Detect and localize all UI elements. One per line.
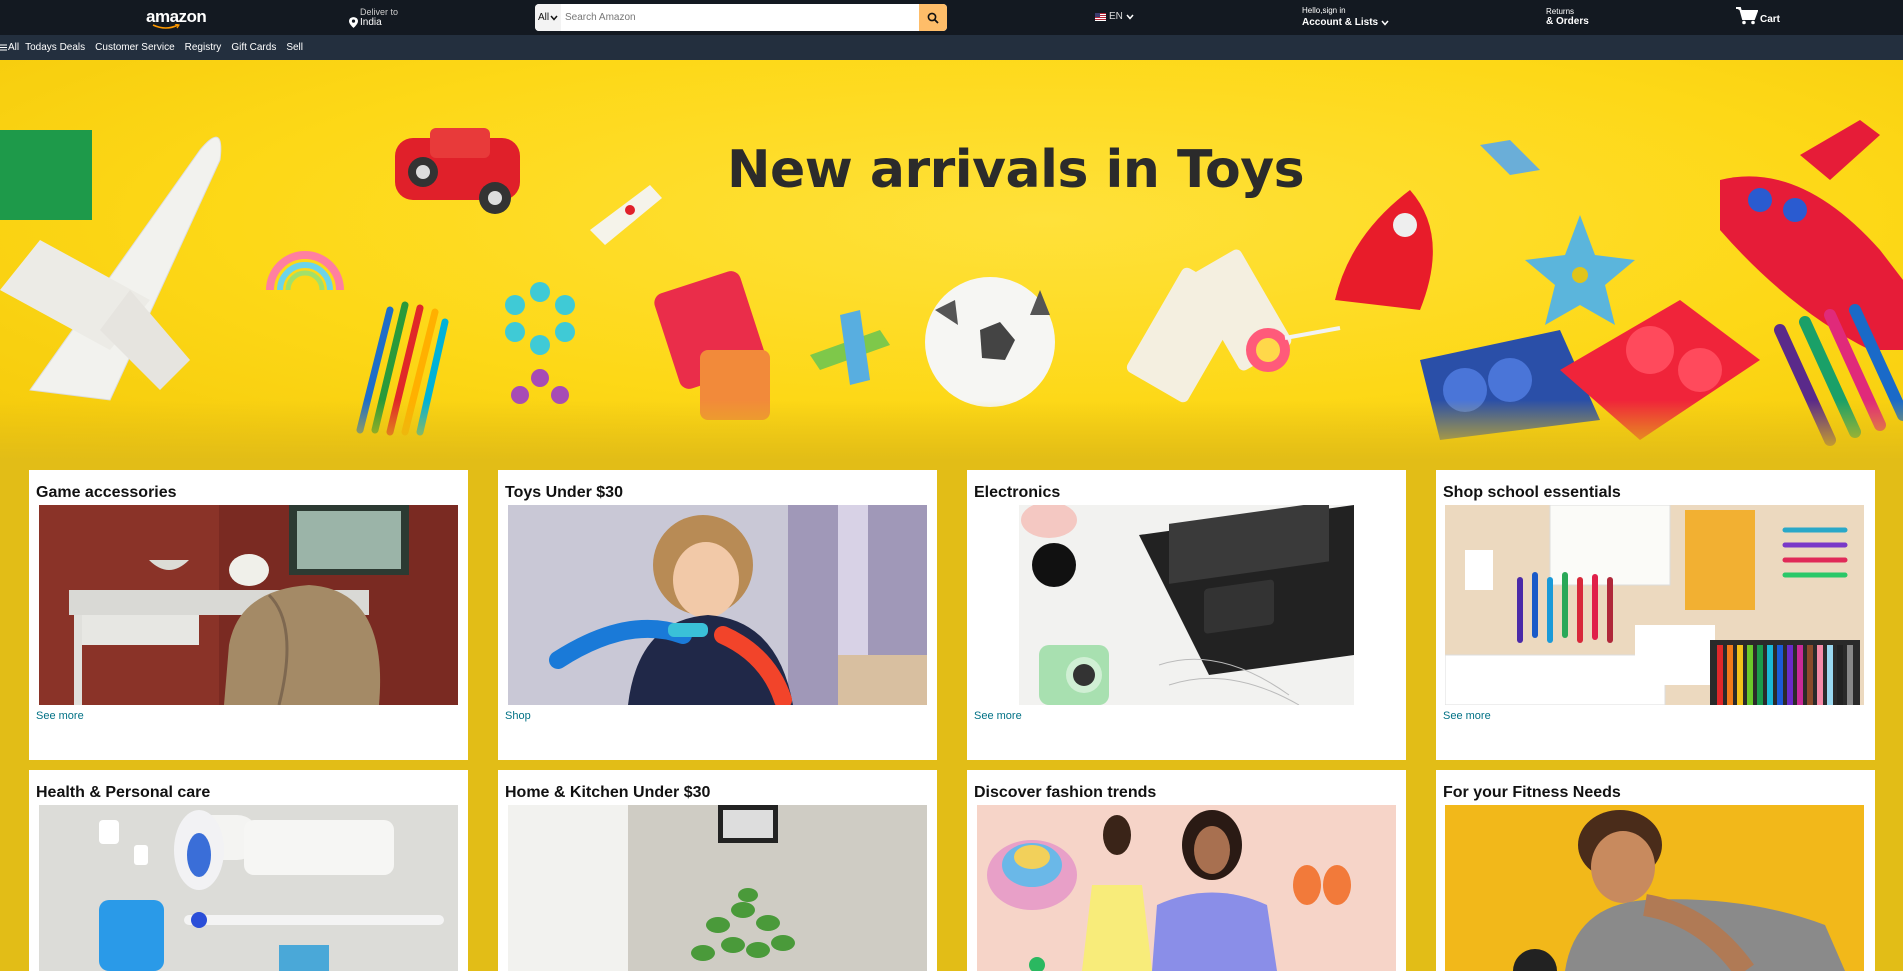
cart-label: Cart — [1760, 14, 1781, 25]
personal-care-illustration — [39, 805, 458, 971]
card-health-personal-care[interactable]: Health & Personal care — [29, 770, 468, 971]
card-title: Toys Under $30 — [505, 484, 623, 501]
card-title: Shop school essentials — [1443, 484, 1621, 501]
home-kitchen-illustration — [508, 805, 927, 971]
home-kitchen-image[interactable] — [508, 805, 927, 971]
fitness-image[interactable] — [1445, 805, 1864, 971]
sub-nav: All Todays Deals Customer Service Regist… — [0, 35, 1903, 60]
nav-link-customer-service[interactable]: Customer Service — [95, 42, 174, 53]
see-more-link[interactable]: See more — [1443, 710, 1491, 722]
account-menu[interactable]: Hello,sign in Account & Lists — [1302, 6, 1389, 28]
chevron-down-icon — [1381, 20, 1389, 26]
personal-care-image[interactable] — [39, 805, 458, 971]
card-school-essentials[interactable]: Shop school essentials See more — [1436, 470, 1875, 760]
card-title: Home & Kitchen Under $30 — [505, 784, 711, 801]
card-title: Game accessories — [36, 484, 177, 501]
language-code: EN — [1109, 11, 1123, 22]
nav-link-todays-deals[interactable]: Todays Deals — [25, 42, 85, 53]
search-input[interactable] — [561, 4, 919, 31]
location-pin-icon — [349, 17, 358, 28]
hero-fade — [0, 400, 1903, 460]
card-title: Electronics — [974, 484, 1061, 501]
cart-icon — [1736, 7, 1758, 25]
nav-link-registry[interactable]: Registry — [185, 42, 222, 53]
search-icon — [927, 12, 939, 24]
top-nav: amazon Deliver to India All EN Hello,sig… — [0, 0, 1903, 35]
card-game-accessories[interactable]: Game accessories See more — [29, 470, 468, 760]
nav-link-sell[interactable]: Sell — [286, 42, 303, 53]
cart-button[interactable]: Cart — [1736, 7, 1780, 25]
us-flag-icon — [1095, 12, 1106, 21]
card-toys-under-30[interactable]: Toys Under $30 Shop — [498, 470, 937, 760]
deliver-location: India — [360, 16, 382, 28]
card-title: Discover fashion trends — [974, 784, 1157, 801]
account-label: Account & Lists — [1302, 17, 1379, 28]
account-greeting: Hello,sign in — [1302, 6, 1346, 15]
card-title: Health & Personal care — [36, 784, 211, 801]
school-supplies-image[interactable] — [1445, 505, 1864, 705]
all-menu-button[interactable]: All — [0, 42, 19, 53]
hamburger-icon — [0, 44, 7, 51]
hero-banner[interactable]: New arrivals in Toys — [0, 60, 1903, 460]
desk-chair-image[interactable] — [39, 505, 458, 705]
search-category-value: All — [538, 12, 550, 23]
chevron-down-icon — [1126, 14, 1134, 20]
returns-orders[interactable]: Returns & Orders — [1546, 7, 1589, 27]
search-bar: All — [535, 4, 947, 31]
search-button[interactable] — [919, 4, 947, 31]
fashion-illustration — [977, 805, 1396, 971]
laptop-camera-illustration — [1019, 505, 1354, 705]
chevron-down-icon — [550, 15, 558, 21]
child-toy-illustration — [508, 505, 927, 705]
logo-smile-icon — [152, 24, 180, 29]
see-more-link[interactable]: See more — [974, 710, 1022, 722]
orders-label: & Orders — [1546, 16, 1589, 27]
card-electronics[interactable]: Electronics See more — [967, 470, 1406, 760]
card-home-kitchen-under-30[interactable]: Home & Kitchen Under $30 — [498, 770, 937, 971]
school-supplies-illustration — [1445, 505, 1864, 705]
deliver-to-location[interactable]: Deliver to India — [349, 7, 398, 28]
search-category-select[interactable]: All — [535, 4, 561, 31]
nav-link-gift-cards[interactable]: Gift Cards — [231, 42, 276, 53]
desk-chair-illustration — [39, 505, 458, 705]
card-fitness-needs[interactable]: For your Fitness Needs — [1436, 770, 1875, 971]
fashion-image[interactable] — [977, 805, 1396, 971]
see-more-link[interactable]: See more — [36, 710, 84, 722]
fitness-illustration — [1445, 805, 1864, 971]
child-toy-image[interactable] — [508, 505, 927, 705]
card-title: For your Fitness Needs — [1443, 784, 1621, 801]
shop-link[interactable]: Shop — [505, 710, 531, 722]
hero-title: New arrivals in Toys — [727, 140, 1305, 200]
laptop-camera-image[interactable] — [1019, 505, 1354, 705]
card-fashion-trends[interactable]: Discover fashion trends — [967, 770, 1406, 971]
all-menu-label: All — [8, 42, 20, 53]
language-selector[interactable]: EN — [1095, 11, 1134, 22]
deliver-label: Deliver to — [360, 7, 399, 17]
